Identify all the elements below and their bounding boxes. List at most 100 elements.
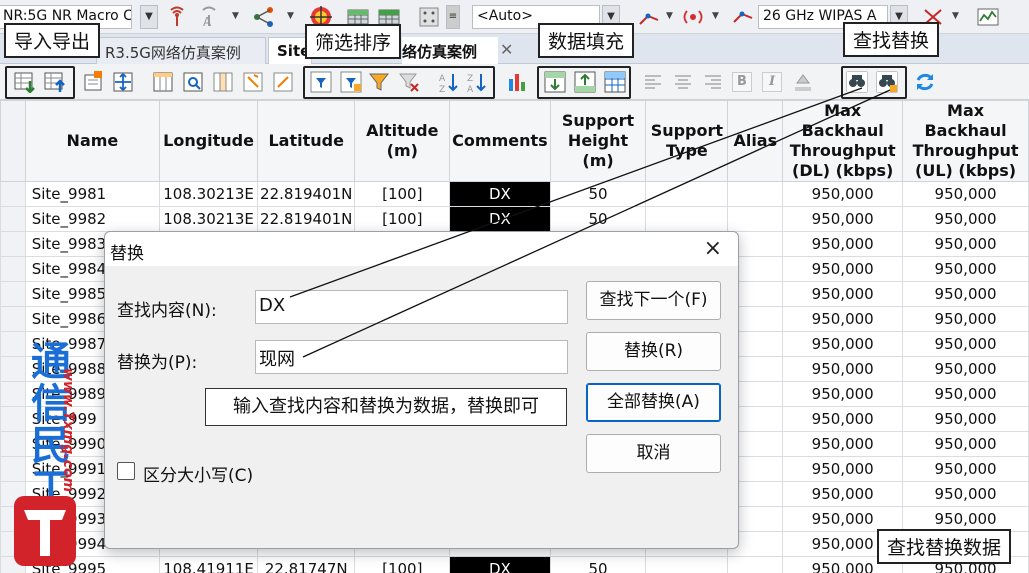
chevron-down-icon[interactable]: ▼ xyxy=(666,11,673,21)
cell-support-type[interactable] xyxy=(645,556,729,573)
cell-support-height[interactable]: 50 xyxy=(549,556,647,573)
cell-altitude[interactable]: [100] xyxy=(354,556,451,573)
frequency-link-icon[interactable] xyxy=(732,6,754,28)
freeze-column-icon[interactable] xyxy=(242,71,264,93)
chevron-down-icon[interactable]: ▼ xyxy=(287,11,294,21)
table-row[interactable]: Site_9995 108.41911E 22.81747N [100] DX 50 950… xyxy=(0,556,1029,573)
cell-max-backhaul-dl[interactable]: 950,000 xyxy=(782,431,904,457)
row-header[interactable] xyxy=(0,181,26,207)
cell-altitude[interactable]: [100] xyxy=(354,181,451,207)
unfreeze-column-icon[interactable] xyxy=(272,71,294,93)
find-next-button[interactable]: 查找下一个(F) xyxy=(586,281,721,320)
cell-max-backhaul-dl[interactable]: 950,000 xyxy=(782,456,904,482)
cell-latitude[interactable]: 22.819401N xyxy=(257,181,356,207)
italic-button[interactable]: I xyxy=(762,72,782,92)
cell-max-backhaul-ul[interactable]: 950,000 xyxy=(902,506,1029,532)
row-header[interactable] xyxy=(0,356,26,382)
cell-altitude[interactable]: [100] xyxy=(354,206,451,232)
row-header[interactable] xyxy=(0,556,26,573)
cell-max-backhaul-dl[interactable]: 950,000 xyxy=(782,506,904,532)
column-search-icon[interactable] xyxy=(182,71,204,93)
keypad-icon[interactable] xyxy=(418,6,440,28)
row-header[interactable] xyxy=(0,531,26,557)
row-header-corner[interactable] xyxy=(0,100,26,182)
row-header[interactable] xyxy=(0,431,26,457)
properties-icon[interactable] xyxy=(82,71,104,93)
cell-comments[interactable]: DX xyxy=(449,181,551,207)
find-what-input[interactable]: DX xyxy=(255,290,568,324)
toolbar-overflow[interactable]: ≡ xyxy=(446,5,460,29)
cell-alias[interactable] xyxy=(727,206,784,232)
row-header[interactable] xyxy=(0,281,26,307)
network-type-dropdown[interactable]: ▼ xyxy=(140,5,158,29)
cell-max-backhaul-ul[interactable]: 950,000 xyxy=(902,206,1029,232)
cell-max-backhaul-dl[interactable]: 950,000 xyxy=(782,331,904,357)
cell-comments[interactable]: DX xyxy=(449,556,551,573)
fill-color-icon[interactable] xyxy=(792,71,814,93)
broadcast-icon[interactable] xyxy=(682,6,704,28)
close-icon[interactable]: ✕ xyxy=(500,40,513,59)
antenna-icon[interactable] xyxy=(166,6,188,28)
signal-link-icon[interactable] xyxy=(638,6,660,28)
row-header[interactable] xyxy=(0,481,26,507)
cell-max-backhaul-ul[interactable]: 950,000 xyxy=(902,256,1029,282)
align-right-icon[interactable] xyxy=(702,71,724,93)
row-header[interactable] xyxy=(0,381,26,407)
cell-alias[interactable] xyxy=(727,181,784,207)
cell-max-backhaul-dl[interactable]: 950,000 xyxy=(782,356,904,382)
cell-max-backhaul-dl[interactable]: 950,000 xyxy=(782,406,904,432)
match-case-checkbox[interactable] xyxy=(117,462,135,480)
cell-longitude[interactable]: 108.30213E xyxy=(159,181,259,207)
column-header-name[interactable]: Name xyxy=(24,100,161,182)
chevron-down-icon[interactable]: ▼ xyxy=(712,11,719,21)
column-header-support-type[interactable]: Support Type xyxy=(645,100,729,182)
cell-max-backhaul-ul[interactable]: 950,000 xyxy=(902,381,1029,407)
chart-wave-icon[interactable] xyxy=(977,6,999,28)
cell-max-backhaul-dl[interactable]: 950,000 xyxy=(782,181,904,207)
cell-support-type[interactable] xyxy=(645,206,729,232)
cell-name[interactable]: Site_9995 xyxy=(24,556,161,573)
cell-max-backhaul-ul[interactable]: 950,000 xyxy=(902,456,1029,482)
chevron-down-icon[interactable]: ▼ xyxy=(232,11,239,21)
bold-button[interactable]: B xyxy=(732,72,752,92)
move-grid-icon[interactable] xyxy=(112,71,134,93)
row-header[interactable] xyxy=(0,406,26,432)
cell-max-backhaul-dl[interactable]: 950,000 xyxy=(782,281,904,307)
row-header[interactable] xyxy=(0,231,26,257)
column-header-longitude[interactable]: Longitude xyxy=(159,100,259,182)
columns-icon[interactable] xyxy=(152,71,174,93)
antenna-gray-icon[interactable]: A xyxy=(198,6,220,28)
column-header-comments[interactable]: Comments xyxy=(449,100,551,182)
column-header-support-height[interactable]: Support Height (m) xyxy=(549,100,647,182)
cell-name[interactable]: Site_9982 xyxy=(24,206,161,232)
row-header[interactable] xyxy=(0,206,26,232)
cell-max-backhaul-dl[interactable]: 950,000 xyxy=(782,381,904,407)
row-header[interactable] xyxy=(0,506,26,532)
cell-max-backhaul-dl[interactable]: 950,000 xyxy=(782,306,904,332)
cell-max-backhaul-dl[interactable]: 950,000 xyxy=(782,231,904,257)
refresh-icon[interactable] xyxy=(914,71,936,93)
chevron-down-icon[interactable]: ▼ xyxy=(952,11,959,21)
cell-latitude[interactable]: 22.81747N xyxy=(257,556,356,573)
match-case-label[interactable]: 区分大小写(C) xyxy=(143,461,253,486)
cell-latitude[interactable]: 22.819401N xyxy=(257,206,356,232)
row-header[interactable] xyxy=(0,256,26,282)
network-tree-icon[interactable] xyxy=(253,6,275,28)
cell-max-backhaul-ul[interactable]: 950,000 xyxy=(902,281,1029,307)
align-center-icon[interactable] xyxy=(672,71,694,93)
cell-alias[interactable] xyxy=(727,556,784,573)
replace-with-input[interactable]: 现网 xyxy=(255,340,568,374)
cell-max-backhaul-ul[interactable]: 950,000 xyxy=(902,306,1029,332)
cell-longitude[interactable]: 108.30213E xyxy=(159,206,259,232)
cell-max-backhaul-dl[interactable]: 950,000 xyxy=(782,256,904,282)
align-left-icon[interactable] xyxy=(642,71,664,93)
row-header[interactable] xyxy=(0,331,26,357)
column-header-max-backhaul-ul[interactable]: Max Backhaul Throughput (UL) (kbps) xyxy=(902,100,1029,182)
cell-max-backhaul-ul[interactable]: 950,000 xyxy=(902,181,1029,207)
column-header-latitude[interactable]: Latitude xyxy=(257,100,356,182)
table-row[interactable]: Site_9981 108.30213E 22.819401N [100] DX 50 95… xyxy=(0,181,1029,207)
cell-max-backhaul-ul[interactable]: 950,000 xyxy=(902,231,1029,257)
cell-max-backhaul-dl[interactable]: 950,000 xyxy=(782,481,904,507)
row-header[interactable] xyxy=(0,456,26,482)
column-header-max-backhaul-dl[interactable]: Max Backhaul Throughput (DL) (kbps) xyxy=(782,100,904,182)
